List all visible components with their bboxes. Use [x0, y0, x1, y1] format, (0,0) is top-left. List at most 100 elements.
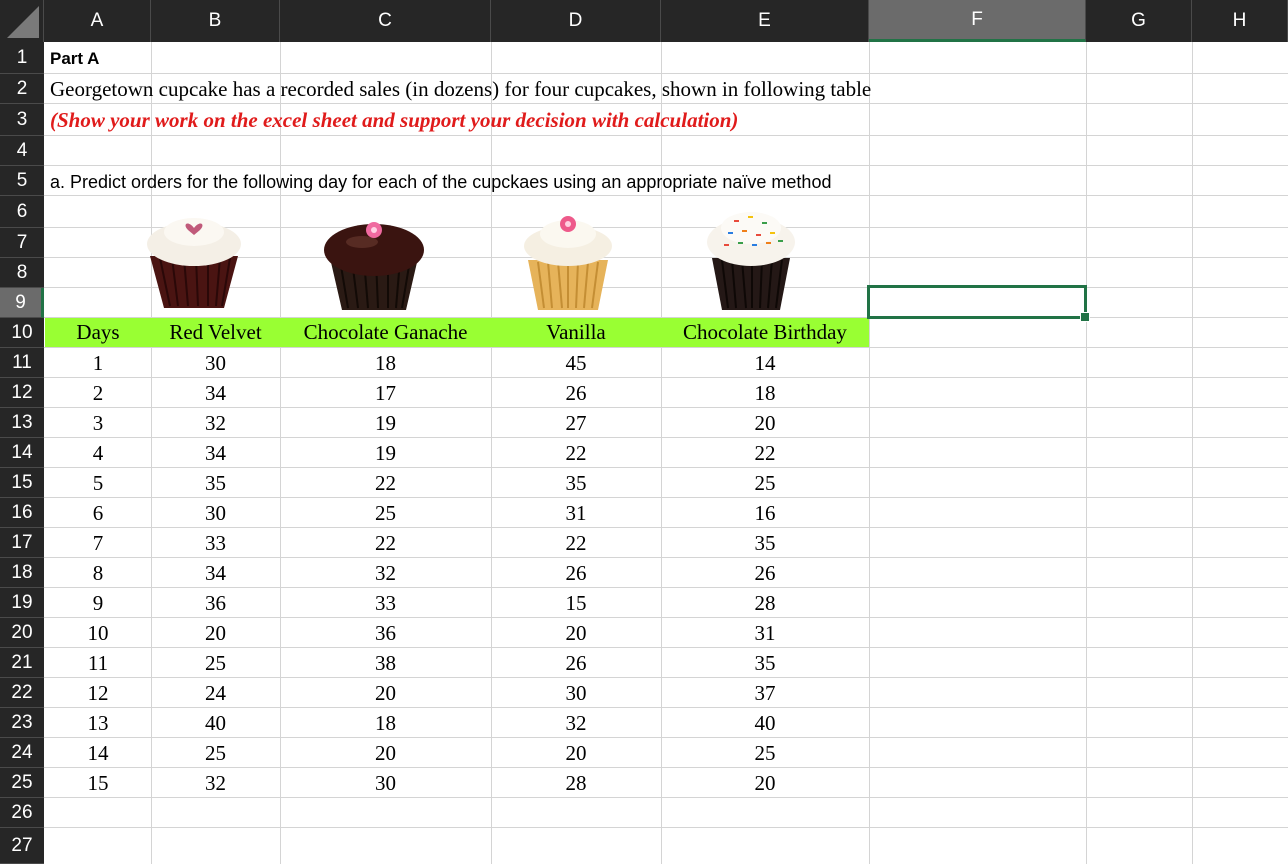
- column-header-a[interactable]: A: [44, 0, 151, 42]
- table-cell[interactable]: 22: [661, 438, 869, 468]
- table-cell[interactable]: 14: [45, 738, 151, 768]
- table-cell[interactable]: 26: [661, 558, 869, 588]
- table-cell[interactable]: 20: [280, 738, 491, 768]
- table-cell[interactable]: 33: [151, 528, 280, 558]
- row-header-3[interactable]: 3: [0, 104, 44, 136]
- active-cell-selection[interactable]: [867, 285, 1087, 319]
- column-header-b[interactable]: B: [151, 0, 280, 42]
- row-header-7[interactable]: 7: [0, 228, 44, 258]
- table-cell[interactable]: 22: [280, 528, 491, 558]
- table-cell[interactable]: 25: [151, 648, 280, 678]
- table-cell[interactable]: 3: [45, 408, 151, 438]
- table-cell[interactable]: 28: [491, 768, 661, 798]
- table-cell[interactable]: 8: [45, 558, 151, 588]
- table-cell[interactable]: 22: [491, 528, 661, 558]
- table-cell[interactable]: 19: [280, 438, 491, 468]
- table-cell[interactable]: 13: [45, 708, 151, 738]
- row-header-26[interactable]: 26: [0, 798, 44, 828]
- table-cell[interactable]: 28: [661, 588, 869, 618]
- table-cell[interactable]: 15: [45, 768, 151, 798]
- row-header-24[interactable]: 24: [0, 738, 44, 768]
- table-cell[interactable]: 18: [280, 348, 491, 378]
- instruction-text[interactable]: (Show your work on the excel sheet and s…: [50, 105, 738, 135]
- row-header-5[interactable]: 5: [0, 166, 44, 196]
- table-header-red-velvet[interactable]: Red Velvet: [151, 318, 280, 347]
- table-cell[interactable]: 31: [491, 498, 661, 528]
- table-cell[interactable]: 6: [45, 498, 151, 528]
- table-cell[interactable]: 37: [661, 678, 869, 708]
- table-cell[interactable]: 5: [45, 468, 151, 498]
- row-header-21[interactable]: 21: [0, 648, 44, 678]
- table-cell[interactable]: 25: [280, 498, 491, 528]
- table-cell[interactable]: 33: [280, 588, 491, 618]
- row-header-11[interactable]: 11: [0, 348, 44, 378]
- table-cell[interactable]: 40: [151, 708, 280, 738]
- row-header-2[interactable]: 2: [0, 74, 44, 104]
- table-cell[interactable]: 22: [280, 468, 491, 498]
- table-header-days[interactable]: Days: [45, 318, 151, 347]
- table-cell[interactable]: 26: [491, 558, 661, 588]
- row-header-8[interactable]: 8: [0, 258, 44, 288]
- table-cell[interactable]: 24: [151, 678, 280, 708]
- table-header-chocolate-ganache[interactable]: Chocolate Ganache: [280, 318, 491, 347]
- table-cell[interactable]: 20: [280, 678, 491, 708]
- table-cell[interactable]: 30: [151, 348, 280, 378]
- row-header-20[interactable]: 20: [0, 618, 44, 648]
- table-cell[interactable]: 27: [491, 408, 661, 438]
- table-cell[interactable]: 35: [661, 648, 869, 678]
- table-cell[interactable]: 36: [151, 588, 280, 618]
- table-cell[interactable]: 32: [151, 408, 280, 438]
- column-header-c[interactable]: C: [280, 0, 491, 42]
- row-header-16[interactable]: 16: [0, 498, 44, 528]
- row-header-23[interactable]: 23: [0, 708, 44, 738]
- row-header-10[interactable]: 10: [0, 318, 44, 348]
- table-cell[interactable]: 20: [491, 738, 661, 768]
- table-cell[interactable]: 34: [151, 438, 280, 468]
- row-header-6[interactable]: 6: [0, 196, 44, 228]
- row-header-9[interactable]: 9: [0, 288, 44, 318]
- table-cell[interactable]: 38: [280, 648, 491, 678]
- table-cell[interactable]: 34: [151, 558, 280, 588]
- table-cell[interactable]: 22: [491, 438, 661, 468]
- table-cell[interactable]: 35: [491, 468, 661, 498]
- table-cell[interactable]: 11: [45, 648, 151, 678]
- table-cell[interactable]: 36: [280, 618, 491, 648]
- row-header-17[interactable]: 17: [0, 528, 44, 558]
- column-header-g[interactable]: G: [1086, 0, 1192, 42]
- table-cell[interactable]: 30: [280, 768, 491, 798]
- table-cell[interactable]: 1: [45, 348, 151, 378]
- table-cell[interactable]: 26: [491, 648, 661, 678]
- row-header-4[interactable]: 4: [0, 136, 44, 166]
- select-all-corner[interactable]: [0, 0, 44, 42]
- table-cell[interactable]: 16: [661, 498, 869, 528]
- table-cell[interactable]: 45: [491, 348, 661, 378]
- table-cell[interactable]: 32: [151, 768, 280, 798]
- table-cell[interactable]: 20: [661, 768, 869, 798]
- table-cell[interactable]: 32: [280, 558, 491, 588]
- column-header-h[interactable]: H: [1192, 0, 1288, 42]
- table-cell[interactable]: 25: [151, 738, 280, 768]
- table-cell[interactable]: 30: [151, 498, 280, 528]
- row-header-19[interactable]: 19: [0, 588, 44, 618]
- row-header-27[interactable]: 27: [0, 828, 44, 864]
- table-cell[interactable]: 17: [280, 378, 491, 408]
- table-cell[interactable]: 30: [491, 678, 661, 708]
- table-cell[interactable]: 20: [661, 408, 869, 438]
- part-a-title[interactable]: Part A: [50, 44, 99, 73]
- column-header-e[interactable]: E: [661, 0, 869, 42]
- row-header-13[interactable]: 13: [0, 408, 44, 438]
- table-cell[interactable]: 34: [151, 378, 280, 408]
- table-cell[interactable]: 35: [661, 528, 869, 558]
- table-header-vanilla[interactable]: Vanilla: [491, 318, 661, 347]
- table-cell[interactable]: 9: [45, 588, 151, 618]
- row-header-18[interactable]: 18: [0, 558, 44, 588]
- row-header-1[interactable]: 1: [0, 42, 44, 74]
- table-cell[interactable]: 25: [661, 468, 869, 498]
- fill-handle[interactable]: [1080, 312, 1090, 322]
- row-header-12[interactable]: 12: [0, 378, 44, 408]
- table-cell[interactable]: 40: [661, 708, 869, 738]
- table-cell[interactable]: 14: [661, 348, 869, 378]
- row-header-25[interactable]: 25: [0, 768, 44, 798]
- table-cell[interactable]: 20: [491, 618, 661, 648]
- row-header-22[interactable]: 22: [0, 678, 44, 708]
